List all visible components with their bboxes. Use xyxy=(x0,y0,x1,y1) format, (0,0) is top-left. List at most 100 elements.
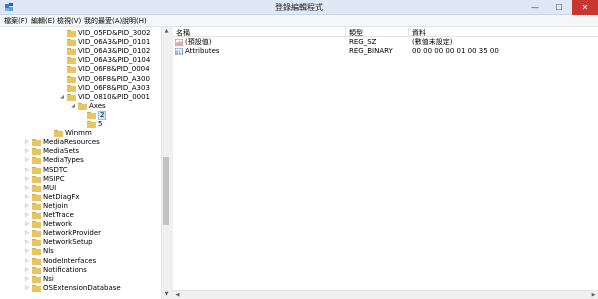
folder-icon xyxy=(32,284,41,292)
column-divider[interactable] xyxy=(345,27,346,37)
tree-item[interactable]: ▷ NetDiagFx xyxy=(0,193,160,202)
expand-arrow-icon[interactable]: ▷ xyxy=(24,211,30,220)
folder-icon xyxy=(32,212,41,219)
tree-item[interactable]: VID_06F8&PID_0004 xyxy=(0,65,160,74)
folder-icon xyxy=(32,166,41,174)
values-list-pane[interactable]: 名稱 類型 資料 ab (預設值) REG_SZ (數值未設定) 011 Att… xyxy=(173,27,598,299)
expand-arrow-icon[interactable]: ▷ xyxy=(24,275,30,284)
collapse-arrow-icon[interactable]: ◢ xyxy=(59,93,65,102)
tree-vertical-scrollbar[interactable]: ▲ ▼ xyxy=(161,27,170,299)
value-data: 00 00 00 00 01 00 35 00 xyxy=(412,47,499,55)
expand-arrow-icon[interactable]: ▷ xyxy=(24,266,30,275)
tree-item[interactable]: ◢ VID_0810&PID_0001 xyxy=(0,93,160,102)
folder-icon xyxy=(67,84,76,92)
folder-icon xyxy=(32,175,41,183)
tree-item[interactable]: ▷ OSExtensionDatabase xyxy=(0,284,160,293)
tree-item[interactable]: ◢ Axes xyxy=(0,102,160,111)
folder-icon xyxy=(32,248,41,256)
tree-item[interactable]: VID_05FD&PID_3002 xyxy=(0,29,160,38)
folder-icon xyxy=(67,48,76,56)
list-row[interactable]: ab (預設值) REG_SZ (數值未設定) xyxy=(173,38,598,47)
expand-arrow-icon[interactable]: ▷ xyxy=(24,202,30,211)
folder-icon xyxy=(32,193,41,201)
tree-item-label: NetTrace xyxy=(43,211,74,219)
column-divider[interactable] xyxy=(408,27,409,37)
menu-help[interactable]: 說明(H) xyxy=(122,16,147,26)
tree-item-label: VID_06F8&PID_A300 xyxy=(78,74,150,83)
folder-icon xyxy=(32,157,41,165)
tree-item-label: VID_06F8&PID_0004 xyxy=(78,65,150,74)
expand-arrow-icon[interactable]: ▷ xyxy=(24,147,30,156)
maximize-button[interactable]: ☐ xyxy=(548,0,570,15)
scrollbar-thumb[interactable] xyxy=(163,157,169,225)
column-header-type[interactable]: 類型 xyxy=(349,28,363,38)
tree-item[interactable]: ▷ NetTrace xyxy=(0,211,160,220)
value-name: (預設值) xyxy=(185,38,212,46)
menu-file[interactable]: 檔案(F) xyxy=(4,16,28,26)
list-row[interactable]: 011 Attributes REG_BINARY 00 00 00 00 01… xyxy=(173,47,598,56)
tree-item[interactable]: ▷ MSDTC xyxy=(0,166,160,175)
collapse-arrow-icon[interactable]: ◢ xyxy=(70,102,76,111)
tree-item[interactable]: ▷ MediaSets xyxy=(0,147,160,156)
tree-item[interactable]: ▷ Network xyxy=(0,220,160,229)
tree-item[interactable]: ▷ NetworkSetup xyxy=(0,238,160,247)
expand-arrow-icon[interactable]: ▷ xyxy=(24,184,30,193)
expand-arrow-icon[interactable]: ▷ xyxy=(24,220,30,229)
menu-edit[interactable]: 編輯(E) xyxy=(31,16,55,26)
column-header-name[interactable]: 名稱 xyxy=(176,28,190,38)
open-folder-icon xyxy=(87,111,96,119)
expand-arrow-icon[interactable]: ▷ xyxy=(24,257,30,266)
expand-arrow-icon[interactable]: ▷ xyxy=(24,247,30,256)
tree-item[interactable]: VID_06F8&PID_A303 xyxy=(0,84,160,93)
expand-arrow-icon[interactable]: ▷ xyxy=(24,193,30,202)
tree-item[interactable]: ▷ MediaResources xyxy=(0,138,160,147)
tree-item-label: Notifications xyxy=(43,265,87,274)
tree-item[interactable]: ▷ NetworkProvider xyxy=(0,229,160,238)
expand-arrow-icon[interactable]: ▷ xyxy=(24,229,30,238)
folder-icon xyxy=(32,148,41,156)
scroll-right-arrow-icon[interactable]: ▶ xyxy=(589,291,598,299)
column-header-data[interactable]: 資料 xyxy=(412,28,426,38)
expand-arrow-icon[interactable]: ▷ xyxy=(24,166,30,175)
tree-item-label: 5 xyxy=(98,120,103,128)
scroll-left-arrow-icon[interactable]: ◀ xyxy=(173,291,182,299)
folder-icon xyxy=(78,102,87,110)
minimize-button[interactable]: — xyxy=(524,0,546,15)
tree-item[interactable]: ▷ MUI xyxy=(0,184,160,193)
expand-arrow-icon[interactable]: ▷ xyxy=(24,284,30,293)
folder-icon xyxy=(32,202,41,210)
menu-favorites[interactable]: 我的最愛(A) xyxy=(84,16,122,26)
close-button[interactable]: ✕ xyxy=(572,0,598,15)
tree-item[interactable]: VID_06A3&PID_0104 xyxy=(0,56,160,65)
tree-item[interactable]: ▷ Netjoin xyxy=(0,202,160,211)
list-horizontal-scrollbar[interactable]: ◀ ▶ xyxy=(173,290,598,299)
folder-icon xyxy=(32,275,41,283)
tree-item-label: Netjoin xyxy=(43,201,68,210)
expand-arrow-icon[interactable]: ▷ xyxy=(24,156,30,165)
expand-arrow-icon[interactable]: ▷ xyxy=(24,238,30,247)
expand-arrow-icon[interactable]: ▷ xyxy=(24,175,30,184)
folder-icon xyxy=(32,239,41,247)
tree-item[interactable]: ▷ Nsi xyxy=(0,275,160,284)
tree-item[interactable]: VID_06A3&PID_0101 xyxy=(0,38,160,47)
key-tree-pane[interactable]: VID_05FD&PID_3002 VID_06A3&PID_0101 VID_06… xyxy=(0,27,170,299)
tree-item-label: VID_06F8&PID_A303 xyxy=(78,83,150,92)
tree-item[interactable]: ▷ NodeInterfaces xyxy=(0,257,160,266)
tree-item[interactable]: 5 xyxy=(0,120,160,129)
tree-item[interactable]: Winmm xyxy=(0,129,160,138)
tree-item-label: MSIPC xyxy=(43,174,65,183)
menu-view[interactable]: 檢視(V) xyxy=(57,16,81,26)
tree-item[interactable]: ▷ Notifications xyxy=(0,266,160,275)
menu-bar: 檔案(F) 編輯(E) 檢視(V) 我的最愛(A) 說明(H) xyxy=(0,15,598,27)
expand-arrow-icon[interactable]: ▷ xyxy=(24,138,30,147)
tree-item-label: Nsi xyxy=(43,274,54,283)
folder-icon xyxy=(67,93,76,101)
tree-item-label: Nls xyxy=(43,247,54,256)
tree-item[interactable]: ▷ MSIPC xyxy=(0,175,160,184)
tree-item[interactable]: ▷ Nls xyxy=(0,247,160,256)
tree-item[interactable]: VID_06F8&PID_A300 xyxy=(0,75,160,84)
tree-item[interactable]: ▷ MediaTypes xyxy=(0,156,160,165)
tree-item[interactable]: 2 xyxy=(0,110,160,120)
tree-item[interactable]: VID_06A3&PID_0102 xyxy=(0,47,160,56)
tree-item-label: NetDiagFx xyxy=(43,192,80,201)
